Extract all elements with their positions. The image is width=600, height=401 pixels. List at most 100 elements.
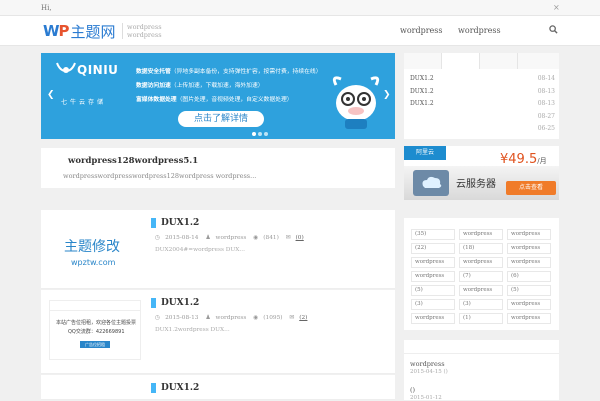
sidebar-tab[interactable] (518, 53, 559, 69)
thumb-line: 本站广告位招租，欢迎各位主题投票 (56, 320, 137, 326)
post-title[interactable]: DUX1.2 (151, 218, 199, 228)
tag-cloud: (35) wordpress wordpress (22) (18) wordpress w… (404, 218, 559, 330)
tag-item[interactable]: wordpress (411, 271, 455, 282)
sidebar-tabs (404, 53, 559, 69)
slider-feature: 富媒体数据处理（图片处理，音视频处理，自定义数据处理） (136, 97, 293, 103)
ad-bottom: 云服务器 点击查看 (404, 166, 559, 200)
tag-item[interactable]: (3) (459, 299, 503, 310)
nav-item[interactable]: wordpress (458, 26, 501, 35)
search-icon[interactable] (549, 25, 558, 34)
thumb-line: 广告位招租 (80, 341, 110, 348)
post-views: (841) (263, 235, 279, 241)
tag-item[interactable]: (5) (507, 285, 551, 296)
sidebar-tab[interactable] (480, 53, 518, 69)
slider-dot[interactable] (258, 132, 262, 136)
hero-slider[interactable]: QINIU 七牛云存储 数据安全托管（异地多副本备份，支持弹性扩容，按需付费，持… (41, 53, 395, 139)
site-tagline: wordpress wordpress (122, 23, 162, 39)
slider-next-icon[interactable]: ❯ (383, 90, 391, 100)
top-bar: Hi, × (0, 0, 600, 16)
sidebar-list-item[interactable]: 06-25 (410, 125, 555, 132)
tag-item[interactable]: wordpress (459, 285, 503, 296)
post-comments[interactable]: (2) (299, 315, 307, 321)
ad-product: 云服务器 (456, 179, 496, 190)
sidebar-list-item[interactable]: DUX1.2 08-13 (410, 100, 555, 107)
title-marker (151, 383, 156, 393)
slider-dots[interactable] (252, 132, 268, 136)
tagline-line: wordpress (127, 23, 162, 31)
sidebar-list-item[interactable]: DUX1.2 08-13 (410, 88, 555, 95)
notice-desc: wordpresswordpresswordpress128wordpress … (63, 172, 257, 180)
post-meta: ◷ 2015-08-14 ♟ wordpress ◉ (841) ✉ (0) (155, 235, 309, 241)
ad-logo: 阿里云 (404, 146, 446, 160)
slider-prev-icon[interactable]: ❮ (47, 90, 55, 100)
recent-comments: wordpress 2015-04-15 () () 2015-01-12 (404, 340, 559, 401)
post-title[interactable]: DUX1.2 (151, 383, 199, 393)
slider-feature: 数据安全托管（异地多副本备份，支持弹性扩容，按需付费，持续在线） (136, 69, 322, 75)
user-icon: ♟ (205, 315, 211, 321)
sidebar-tab[interactable] (442, 53, 480, 69)
tag-item[interactable]: (7) (459, 271, 503, 282)
sidebar-tab[interactable] (404, 53, 442, 69)
slider-dot[interactable] (264, 132, 268, 136)
nav-item[interactable]: wordpress (400, 26, 443, 35)
sidebar-list-item[interactable]: DUX1.2 08-14 (410, 75, 555, 82)
mascot-icon (332, 76, 380, 129)
tag-item[interactable]: (35) (411, 229, 455, 240)
tag-item[interactable]: wordpress (459, 229, 503, 240)
post-views: (1095) (263, 315, 283, 321)
tag-item[interactable]: wordpress (507, 257, 551, 268)
site-header: WP 主题网 wordpress wordpress wordpress wor… (0, 16, 600, 46)
tag-item[interactable]: (3) (411, 299, 455, 310)
slider-dot[interactable] (252, 132, 256, 136)
thumb-text: 主题修改 (64, 239, 120, 255)
comment-icon: ✉ (289, 315, 295, 321)
post-item: DUX1.2 (41, 375, 395, 400)
sidebar-ad[interactable]: 阿里云 ¥49.5/月 云服务器 点击查看 (404, 146, 559, 200)
post-title-text: DUX1.2 (161, 383, 200, 393)
tag-item[interactable]: (1) (459, 313, 503, 324)
post-title[interactable]: DUX1.2 (151, 298, 199, 308)
post-meta: ◷ 2015-08-13 ♟ wordpress ◉ (1095) ✉ (2) (155, 315, 312, 321)
tag-item[interactable]: wordpress (411, 313, 455, 324)
thumb-line: QQ交流群：422669891 (68, 329, 125, 335)
slider-cta-button[interactable]: 点击了解详情 (178, 111, 264, 127)
post-excerpt: DUX2004#=wordpress DUX... (155, 247, 245, 253)
ad-top: 阿里云 ¥49.5/月 (404, 146, 559, 167)
tag-item[interactable]: wordpress (507, 313, 551, 324)
tag-item[interactable]: wordpress (411, 257, 455, 268)
tag-item[interactable]: (5) (411, 285, 455, 296)
post-thumbnail[interactable]: 主题修改 wpztw.com (49, 216, 141, 282)
slider-feature: 数据访问加速（上传加速，下载加速，海外加速） (136, 83, 264, 89)
tag-item[interactable]: wordpress (507, 299, 551, 310)
recent-item[interactable]: wordpress (410, 360, 445, 368)
ad-view-button[interactable]: 点击查看 (506, 181, 556, 195)
sidebar-list-item[interactable]: 08-27 (410, 113, 555, 120)
post-date: 2015-08-13 (165, 315, 199, 321)
slider-brand: QINIU (77, 63, 119, 77)
post-author[interactable]: wordpress (216, 235, 247, 241)
tag-item[interactable]: wordpress (507, 243, 551, 254)
post-title-text: DUX1.2 (161, 218, 200, 228)
recent-item-date: 2015-04-15 () (410, 369, 448, 375)
tag-item[interactable]: (18) (459, 243, 503, 254)
tag-item[interactable]: (22) (411, 243, 455, 254)
tag-item[interactable]: wordpress (459, 257, 503, 268)
clock-icon: ◷ (155, 235, 161, 241)
recent-item[interactable]: () (410, 386, 415, 394)
comment-icon: ✉ (285, 235, 291, 241)
post-author[interactable]: wordpress (216, 315, 247, 321)
post-excerpt: DUX1.2wordpress DUX... (155, 327, 230, 333)
post-title-text: DUX1.2 (161, 298, 200, 308)
post-comments[interactable]: (0) (296, 235, 304, 241)
notice-title[interactable]: wordpress128wordpress5.1 (68, 156, 198, 166)
ad-price: ¥49.5/月 (500, 152, 547, 167)
clock-icon: ◷ (155, 315, 161, 321)
post-thumbnail[interactable]: 本站广告位招租，欢迎各位主题投票 QQ交流群：422669891 广告位招租 (49, 300, 141, 360)
logo-wp: WP (43, 22, 70, 40)
close-icon[interactable]: × (553, 3, 560, 12)
logo-text: 主题网 (70, 22, 116, 41)
tag-item[interactable]: wordpress (507, 229, 551, 240)
site-logo[interactable]: WP 主题网 (43, 22, 116, 41)
post-date: 2015-08-14 (165, 235, 199, 241)
tag-item[interactable]: (6) (507, 271, 551, 282)
